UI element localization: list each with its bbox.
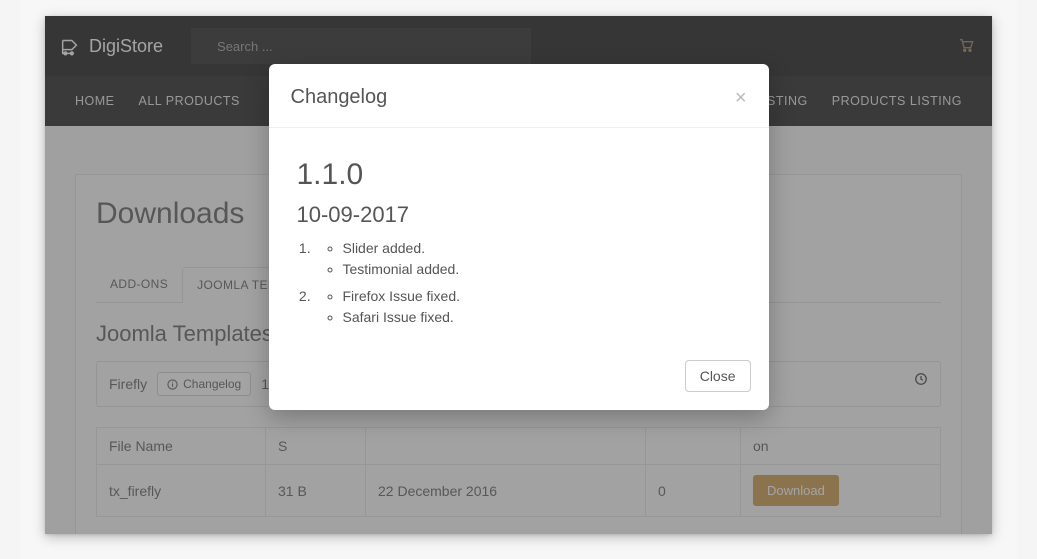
changelog-modal: Changelog × 1.1.0 10-09-2017 Slider adde… (269, 64, 769, 410)
changelog-item: Safari Issue fixed. (343, 307, 741, 328)
changelog-item: Firefox Issue fixed. (343, 286, 741, 307)
modal-body: 1.1.0 10-09-2017 Slider added. Testimoni… (269, 128, 769, 346)
changelog-item: Slider added. (343, 238, 741, 259)
changelog-date: 10-09-2017 (297, 202, 741, 228)
modal-header: Changelog × (269, 64, 769, 128)
changelog-group: Firefox Issue fixed. Safari Issue fixed. (315, 286, 741, 328)
close-button[interactable]: Close (685, 360, 751, 392)
close-icon[interactable]: × (735, 88, 747, 108)
changelog-group: Slider added. Testimonial added. (315, 238, 741, 280)
viewport-stage: DigiStore Search ... HOME ALL PRODUCTS C… (20, 0, 1017, 559)
changelog-version: 1.1.0 (297, 158, 741, 192)
modal-title: Changelog (291, 86, 388, 109)
app-frame: DigiStore Search ... HOME ALL PRODUCTS C… (45, 16, 992, 534)
changelog-item: Testimonial added. (343, 259, 741, 280)
modal-footer: Close (269, 346, 769, 410)
changelog-list: Slider added. Testimonial added. Firefox… (297, 238, 741, 328)
